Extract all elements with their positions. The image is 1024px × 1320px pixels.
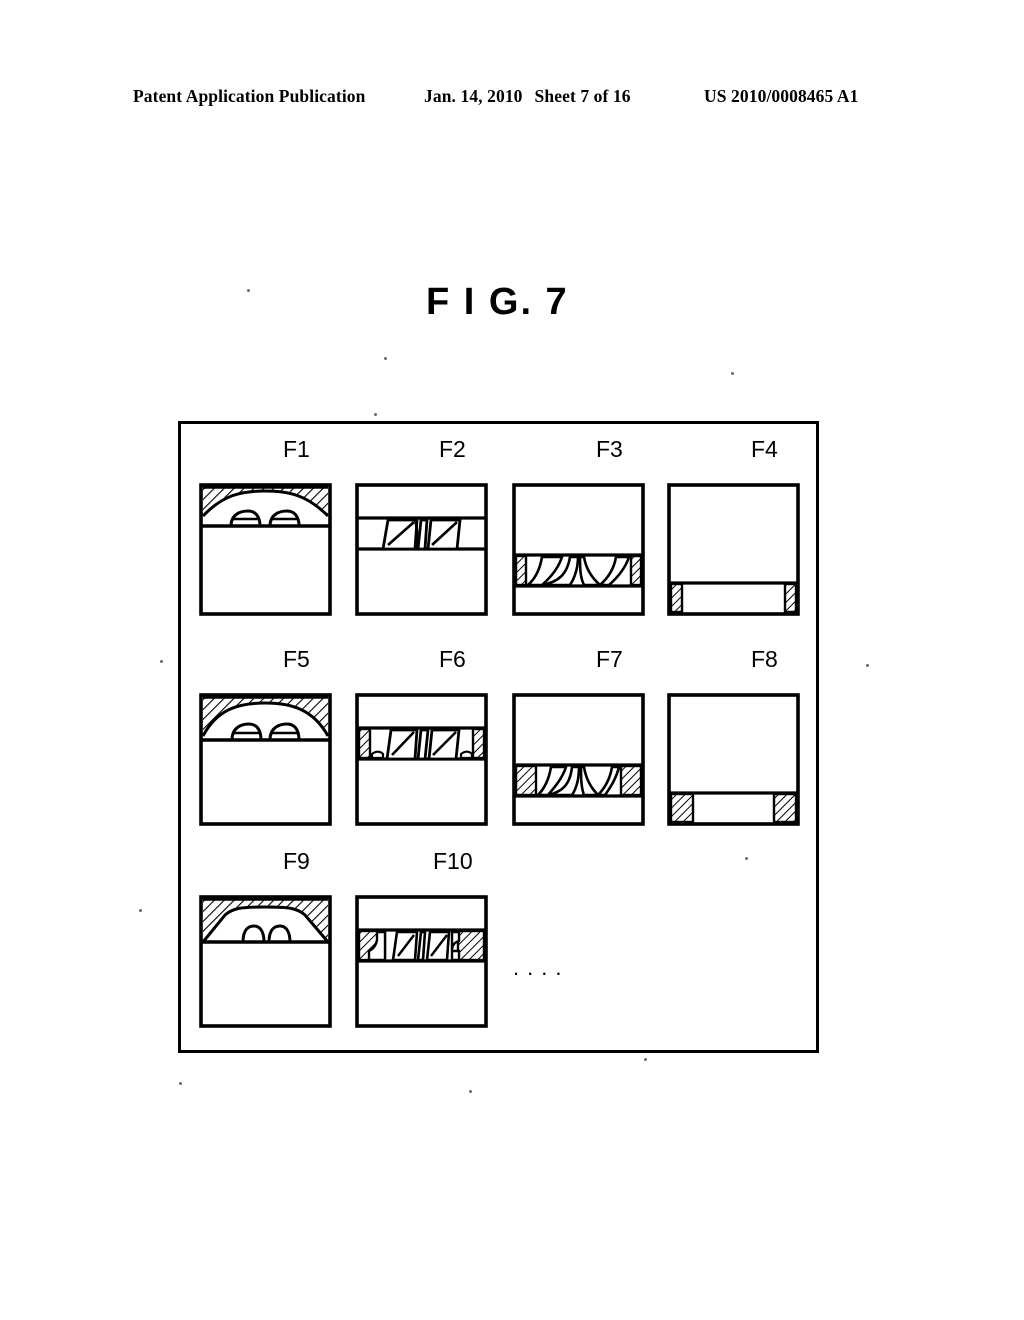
scan-speck [384, 357, 387, 360]
scan-speck [469, 1090, 472, 1093]
scan-speck [644, 1058, 647, 1061]
frame-cell-f3: F3 [512, 436, 645, 616]
frame-cell-f4: F4 [667, 436, 800, 616]
frame-diagram-f9 [199, 895, 332, 1028]
scan-speck [731, 372, 734, 375]
frame-diagram-f2 [355, 483, 488, 616]
header-patent-number: US 2010/0008465 A1 [704, 86, 859, 106]
frame-label-f9: F9 [283, 848, 310, 874]
frame-cell-f2: F2 [355, 436, 488, 616]
frame-diagram-f6 [355, 693, 488, 826]
frame-cell-f8: F8 [667, 646, 800, 826]
scan-speck [160, 660, 163, 663]
frame-cell-f5: F5 [199, 646, 332, 826]
frame-label-f5: F5 [283, 646, 310, 672]
frame-label-f7: F7 [596, 646, 623, 672]
frame-diagram-f4 [667, 483, 800, 616]
frame-label-f3: F3 [596, 436, 623, 462]
frame-cell-f6: F6 [355, 646, 488, 826]
frame-cell-f7: F7 [512, 646, 645, 826]
frame-diagram-f7 [512, 693, 645, 826]
header-date-sheet: Jan. 14, 2010 Sheet 7 of 16 [424, 86, 631, 107]
scan-speck [374, 413, 377, 416]
frame-label-f2: F2 [439, 436, 466, 462]
scan-speck [745, 857, 748, 860]
header-sheet-label: Sheet 7 of 16 [534, 86, 631, 106]
frame-diagram-f10 [355, 895, 488, 1028]
frame-diagram-f5 [199, 693, 332, 826]
scan-speck [866, 664, 869, 667]
frame-label-f6: F6 [439, 646, 466, 672]
page-header: Patent Application Publication Jan. 14, … [0, 86, 1024, 112]
patent-page: Patent Application Publication Jan. 14, … [0, 0, 1024, 1320]
scan-speck [179, 1082, 182, 1085]
frame-diagram-f8 [667, 693, 800, 826]
header-publication-label: Patent Application Publication [133, 86, 366, 106]
scan-speck [139, 909, 142, 912]
frame-diagram-f3 [512, 483, 645, 616]
header-date-label: Jan. 14, 2010 [424, 86, 523, 106]
frame-label-f10: F10 [433, 848, 473, 874]
frame-sequence-ellipsis: .... [513, 955, 570, 980]
frame-cell-f10: F10 [355, 848, 488, 1028]
frame-label-f8: F8 [751, 646, 778, 672]
frame-label-f1: F1 [283, 436, 310, 462]
scan-speck [247, 289, 250, 292]
frame-cell-f1: F1 [199, 436, 332, 616]
frame-diagram-f1 [199, 483, 332, 616]
frame-label-f4: F4 [751, 436, 778, 462]
frame-cell-f9: F9 [199, 848, 332, 1028]
figure-title: F I G. 7 [426, 281, 569, 323]
